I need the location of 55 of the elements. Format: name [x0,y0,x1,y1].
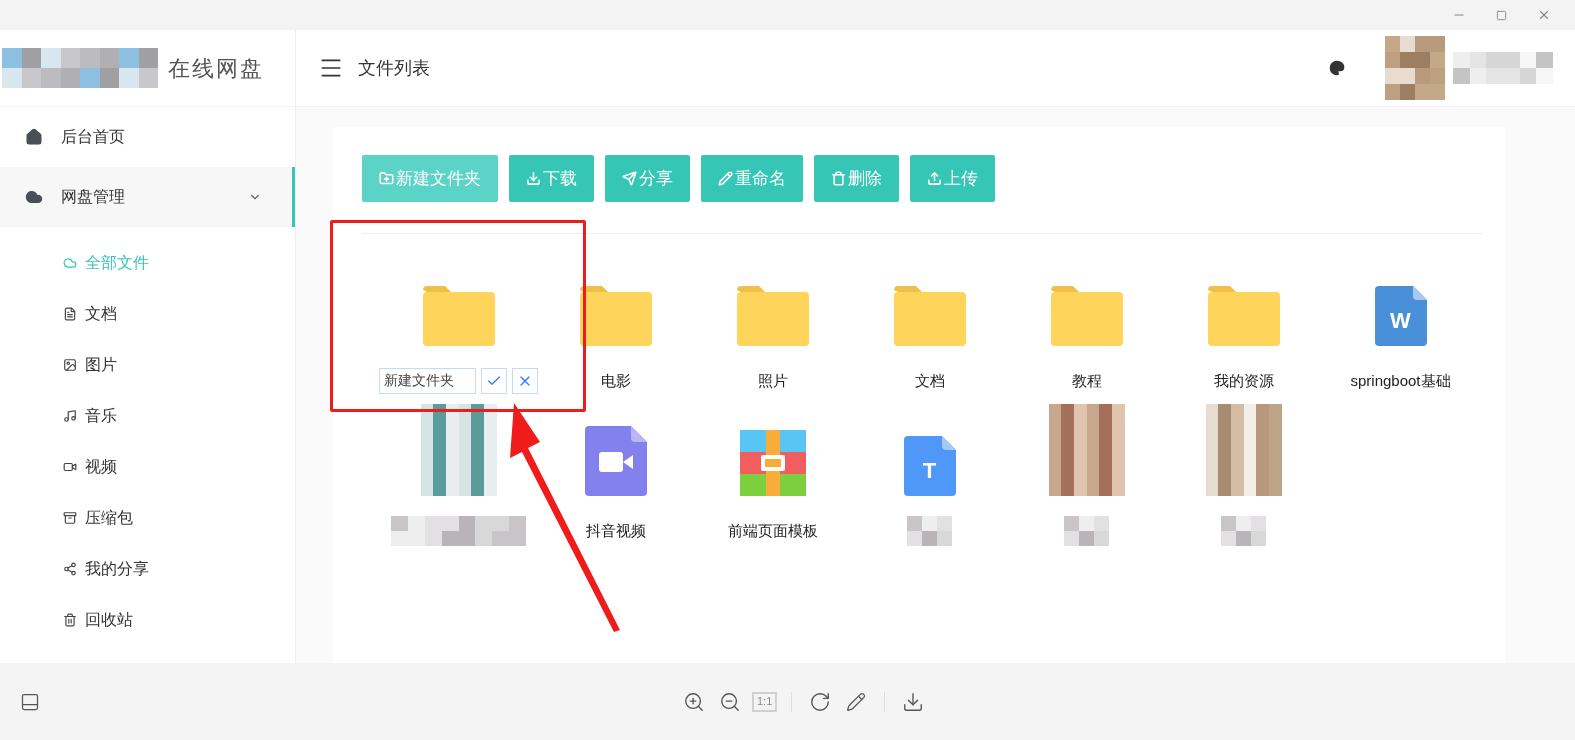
app-title: 在线网盘 [168,54,264,83]
video-file-icon [584,426,647,496]
sidebar-item[interactable]: 后台首页 [0,107,295,167]
file-name: 我的资源 [1213,370,1274,391]
folder-icon [1050,286,1123,346]
sidebar-subitem[interactable]: 回收站 [0,594,295,645]
folder-icon [1207,286,1280,346]
folder-plus-icon [379,171,394,186]
folder-icon [736,286,809,346]
file-name: springboot基础 [1350,370,1451,391]
archive-file-icon [739,430,806,496]
file-name: 抖音视频 [585,520,646,541]
thumbnail-panel-icon[interactable] [20,691,40,712]
file-name: 前端页面模板 [727,520,818,541]
download-icon [526,171,541,186]
pencil-icon [718,171,733,186]
document-icon [63,306,77,321]
cloud-icon [63,255,77,270]
blurred-file-name [1064,516,1109,546]
blurred-file-name [907,516,952,546]
trash-icon [831,171,846,186]
home-icon [25,128,43,146]
sidebar-subitem[interactable]: 文档 [0,288,295,339]
text-document-icon: T [903,436,956,496]
folder-icon [422,286,495,346]
upload-icon [927,171,942,186]
confirm-button[interactable] [481,368,507,394]
blurred-file-name [1221,516,1266,546]
share-icon [63,561,77,576]
send-icon [622,171,637,186]
file-name: 电影 [600,370,631,391]
file-name: 文档 [914,370,945,391]
image-icon [63,357,77,372]
cloud-icon [25,188,43,206]
sidebar-subitem[interactable]: 音乐 [0,390,295,441]
folder-icon [579,286,652,346]
word-document-icon: W [1374,286,1427,346]
palette-icon[interactable] [1329,60,1345,76]
file-name: 照片 [757,370,788,391]
sidebar-subitem[interactable]: 图片 [0,339,295,390]
trash-icon [63,612,77,627]
close-icon [1537,8,1551,22]
file-name: 教程 [1071,370,1102,391]
sidebar-subitem[interactable]: 压缩包 [0,492,295,543]
avatar [1385,36,1445,100]
sidebar-subitem[interactable]: 我的分享 [0,543,295,594]
maximize-icon [1496,9,1507,21]
sidebar-subitem[interactable]: 视频 [0,441,295,492]
music-note-icon [63,408,77,423]
folder-name-input[interactable]: 新建文件夹 [379,368,476,394]
cancel-button[interactable] [512,368,538,394]
archive-icon [63,510,77,525]
page-title: 文件列表 [358,56,430,80]
folder-icon [893,286,966,346]
sidebar-item[interactable]: 网盘管理 [0,167,295,227]
